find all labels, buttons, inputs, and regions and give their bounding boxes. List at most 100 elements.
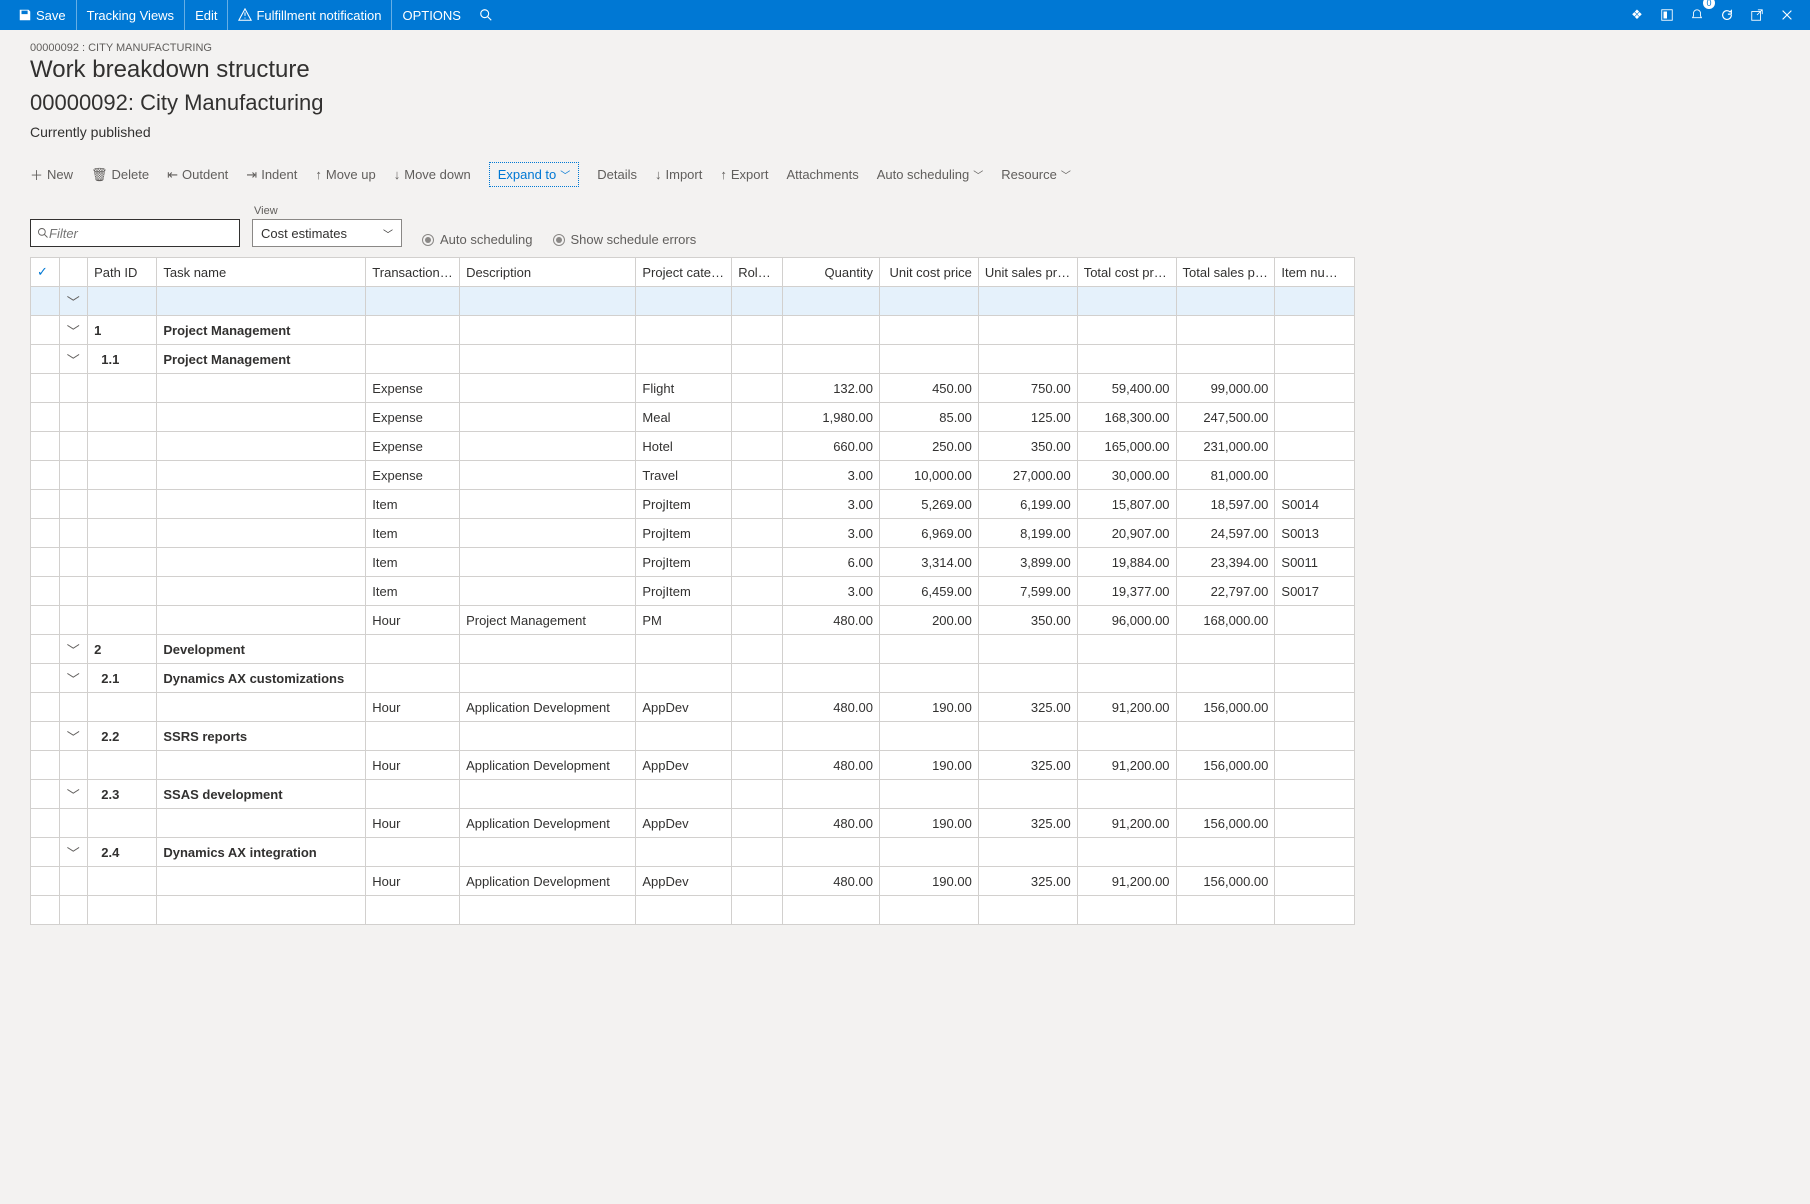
cell[interactable] — [366, 635, 460, 664]
cell[interactable] — [1275, 751, 1355, 780]
cell[interactable] — [31, 809, 60, 838]
cell[interactable] — [1275, 867, 1355, 896]
cell[interactable]: Hour — [366, 809, 460, 838]
cell[interactable] — [59, 490, 88, 519]
delete-button[interactable]: 🗑Delete — [91, 167, 149, 183]
cell[interactable] — [59, 867, 88, 896]
col-ucost[interactable]: Unit cost price — [879, 258, 978, 287]
cell[interactable] — [31, 345, 60, 374]
cell[interactable] — [88, 693, 157, 722]
cell[interactable] — [31, 664, 60, 693]
table-row[interactable]: ItemProjItem6.003,314.003,899.0019,884.0… — [31, 548, 1355, 577]
cell[interactable] — [732, 809, 783, 838]
cell[interactable] — [1275, 896, 1355, 925]
cell[interactable] — [732, 664, 783, 693]
cell[interactable] — [783, 780, 880, 809]
cell[interactable] — [460, 664, 636, 693]
cell[interactable]: ProjItem — [636, 548, 732, 577]
cell[interactable]: 168,300.00 — [1077, 403, 1176, 432]
cell[interactable] — [879, 838, 978, 867]
cell[interactable] — [879, 896, 978, 925]
cell[interactable] — [1176, 316, 1275, 345]
cell[interactable]: Application Development — [460, 809, 636, 838]
cell[interactable] — [978, 316, 1077, 345]
cell[interactable] — [978, 287, 1077, 316]
cell[interactable] — [366, 722, 460, 751]
cell[interactable] — [31, 490, 60, 519]
cell[interactable] — [732, 606, 783, 635]
cell[interactable] — [1176, 345, 1275, 374]
cell[interactable] — [1275, 403, 1355, 432]
cell[interactable] — [636, 635, 732, 664]
col-task[interactable]: Task name — [157, 258, 366, 287]
cell[interactable]: 3.00 — [783, 519, 880, 548]
auto-scheduling-dropdown[interactable]: Auto scheduling ﹀ — [877, 167, 984, 182]
link-button[interactable]: ❖ — [1622, 0, 1652, 30]
cell[interactable]: 132.00 — [783, 374, 880, 403]
cell[interactable]: 22,797.00 — [1176, 577, 1275, 606]
cell[interactable]: S0014 — [1275, 490, 1355, 519]
cell[interactable] — [366, 664, 460, 693]
cell[interactable]: ﹀ — [59, 722, 88, 751]
cell[interactable] — [157, 577, 366, 606]
cell[interactable] — [31, 780, 60, 809]
cell[interactable]: Development — [157, 635, 366, 664]
cell[interactable]: 15,807.00 — [1077, 490, 1176, 519]
cell[interactable]: Hour — [366, 867, 460, 896]
tracking-views-button[interactable]: Tracking Views — [77, 0, 185, 30]
cell[interactable] — [88, 867, 157, 896]
cell[interactable]: ProjItem — [636, 577, 732, 606]
cell[interactable] — [636, 722, 732, 751]
cell[interactable] — [732, 838, 783, 867]
cell[interactable] — [460, 635, 636, 664]
cell[interactable]: 3,899.00 — [978, 548, 1077, 577]
cell[interactable]: 6.00 — [783, 548, 880, 577]
cell[interactable] — [157, 548, 366, 577]
cell[interactable] — [366, 780, 460, 809]
cell[interactable]: 325.00 — [978, 693, 1077, 722]
cell[interactable] — [1275, 287, 1355, 316]
col-tsales[interactable]: Total sales price — [1176, 258, 1275, 287]
cell[interactable] — [1077, 838, 1176, 867]
cell[interactable] — [59, 809, 88, 838]
cell[interactable] — [460, 316, 636, 345]
col-desc[interactable]: Description — [460, 258, 636, 287]
cell[interactable]: 91,200.00 — [1077, 809, 1176, 838]
cell[interactable]: 96,000.00 — [1077, 606, 1176, 635]
cell[interactable]: Item — [366, 490, 460, 519]
cell[interactable] — [978, 838, 1077, 867]
cell[interactable]: 480.00 — [783, 751, 880, 780]
cell[interactable]: Project Management — [157, 345, 366, 374]
cell[interactable] — [1275, 722, 1355, 751]
details-button[interactable]: Details — [597, 167, 637, 182]
cell[interactable] — [783, 896, 880, 925]
cell[interactable] — [1275, 606, 1355, 635]
table-row[interactable] — [31, 896, 1355, 925]
cell[interactable]: AppDev — [636, 693, 732, 722]
cell[interactable]: ProjItem — [636, 490, 732, 519]
cell[interactable]: 190.00 — [879, 809, 978, 838]
cell[interactable]: Project Management — [460, 606, 636, 635]
cell[interactable] — [1077, 780, 1176, 809]
cell[interactable]: S0017 — [1275, 577, 1355, 606]
cell[interactable]: 480.00 — [783, 693, 880, 722]
table-row[interactable]: ﹀1Project Management — [31, 316, 1355, 345]
cell[interactable] — [1275, 809, 1355, 838]
cell[interactable]: ﹀ — [59, 838, 88, 867]
cell[interactable]: AppDev — [636, 867, 732, 896]
col-item[interactable]: Item number — [1275, 258, 1355, 287]
cell[interactable]: 190.00 — [879, 693, 978, 722]
cell[interactable] — [460, 345, 636, 374]
cell[interactable] — [366, 896, 460, 925]
cell[interactable]: 1 — [88, 316, 157, 345]
close-button[interactable] — [1772, 0, 1802, 30]
cell[interactable]: 480.00 — [783, 809, 880, 838]
table-row[interactable]: ItemProjItem3.006,459.007,599.0019,377.0… — [31, 577, 1355, 606]
cell[interactable] — [366, 838, 460, 867]
table-row[interactable]: HourApplication DevelopmentAppDev480.001… — [31, 809, 1355, 838]
cell[interactable]: 19,377.00 — [1077, 577, 1176, 606]
cell[interactable] — [88, 606, 157, 635]
cell[interactable]: 2.2 — [88, 722, 157, 751]
edit-button[interactable]: Edit — [185, 0, 228, 30]
cell[interactable] — [1176, 838, 1275, 867]
